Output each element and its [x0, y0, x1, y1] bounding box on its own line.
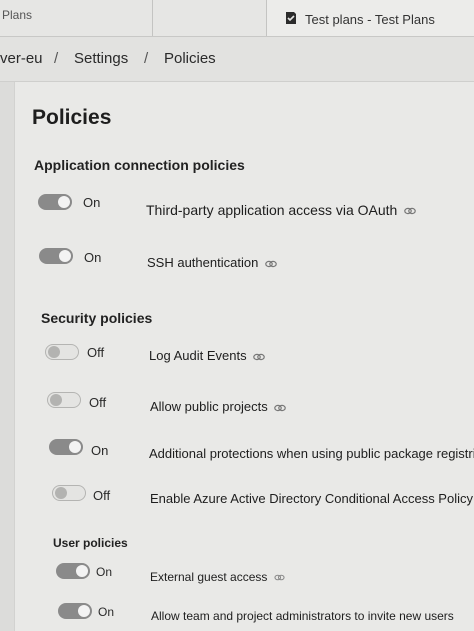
toggle-state-label: On [98, 605, 115, 619]
policy-label: Third-party application access via OAuth [146, 202, 398, 218]
breadcrumb: ver-eu / Settings / Policies [0, 37, 474, 82]
test-plans-icon [286, 12, 296, 24]
oauth-toggle[interactable] [38, 194, 72, 210]
invite-users-toggle[interactable] [58, 603, 92, 619]
breadcrumb-current: Policies [164, 50, 216, 67]
toggle-knob [69, 441, 81, 453]
link-icon[interactable] [274, 404, 287, 412]
section-title-security: Security policies [41, 310, 153, 326]
breadcrumb-separator: / [144, 50, 149, 67]
link-icon[interactable] [274, 574, 285, 581]
policy-label: External guest access [150, 570, 268, 584]
toggle-knob [48, 346, 60, 358]
breadcrumb-settings[interactable]: Settings [74, 50, 128, 67]
link-icon[interactable] [404, 207, 417, 215]
breadcrumb-org[interactable]: ver-eu [0, 50, 43, 67]
toggle-state-label: Off [89, 395, 107, 410]
toggle-knob [59, 250, 71, 262]
browser-tab-test-plans[interactable]: Test plans - Test Plans [266, 0, 474, 36]
tab-label: Plans [2, 8, 33, 22]
azure-ad-cap-toggle[interactable] [52, 485, 86, 501]
package-registries-toggle[interactable] [49, 439, 83, 455]
toggle-state-label: On [91, 443, 109, 458]
log-audit-toggle[interactable] [45, 344, 79, 360]
policy-invite-users: Allow team and project administrators to… [151, 609, 454, 623]
policy-log-audit: Log Audit Events [149, 348, 266, 363]
policy-oauth: Third-party application access via OAuth [146, 202, 417, 218]
link-icon[interactable] [265, 260, 277, 268]
toggle-knob [58, 196, 70, 208]
breadcrumb-separator: / [54, 50, 59, 67]
toggle-knob [78, 605, 90, 617]
policies-panel: Policies Application connection policies… [14, 82, 474, 631]
policy-label: Additional protections when using public… [149, 446, 474, 461]
link-icon[interactable] [253, 353, 266, 361]
toggle-state-label: On [84, 250, 102, 265]
policy-azure-ad-cap: Enable Azure Active Directory Conditiona… [150, 491, 474, 506]
section-title-user: User policies [53, 536, 128, 550]
policy-label: Log Audit Events [149, 348, 247, 363]
toggle-state-label: Off [87, 345, 105, 360]
toggle-knob [50, 394, 62, 406]
policy-external-guest: External guest access [150, 570, 285, 584]
policy-label: SSH authentication [147, 255, 259, 270]
external-guest-toggle[interactable] [56, 563, 90, 579]
policy-label: Enable Azure Active Directory Conditiona… [150, 491, 474, 506]
browser-tab-strip: Plans Test plans - Test Plans [0, 0, 474, 37]
public-projects-toggle[interactable] [47, 392, 81, 408]
toggle-state-label: On [96, 565, 113, 579]
policy-ssh: SSH authentication [147, 255, 277, 270]
policy-public-projects: Allow public projects [150, 399, 287, 414]
section-title-application: Application connection policies [34, 157, 245, 173]
policy-label: Allow public projects [150, 399, 268, 414]
ssh-toggle[interactable] [39, 248, 73, 264]
browser-tab-plans[interactable]: Plans [0, 0, 153, 36]
page-title: Policies [32, 106, 112, 129]
policy-package-registries: Additional protections when using public… [149, 446, 474, 461]
tab-label: Test plans - Test Plans [305, 12, 435, 27]
toggle-state-label: On [83, 195, 101, 210]
toggle-knob [76, 565, 88, 577]
policy-label: Allow team and project administrators to… [151, 609, 454, 623]
toggle-knob [55, 487, 67, 499]
toggle-state-label: Off [93, 488, 111, 503]
